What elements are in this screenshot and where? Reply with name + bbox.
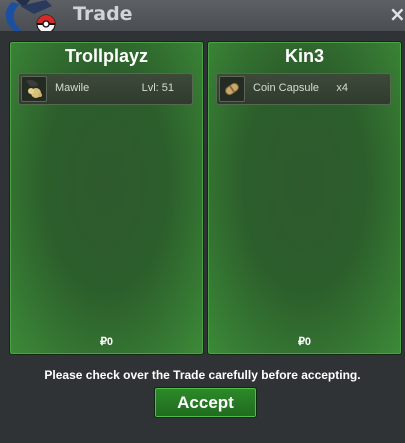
close-icon[interactable]: × xyxy=(389,4,405,24)
item-name-left: Mawile xyxy=(55,82,90,94)
trade-panel-left: Trollplayz Mawile Lvl: 51 ₽0 xyxy=(9,41,204,355)
item-level-left: Lvl: 51 xyxy=(141,82,174,94)
player-name-right: Kin3 xyxy=(284,46,324,66)
money-right: ₽0 xyxy=(297,336,312,348)
mawile-icon xyxy=(21,76,47,102)
trade-item-right[interactable]: Coin Capsule x4 xyxy=(216,73,391,105)
player-name-left: Trollplayz xyxy=(64,46,149,66)
item-name-right: Coin Capsule xyxy=(253,82,320,94)
trade-item-left[interactable]: Mawile Lvl: 51 xyxy=(18,73,193,105)
title-bar: Trade × xyxy=(0,0,405,34)
coin-capsule-icon xyxy=(219,76,245,102)
trade-window: Trollplayz Mawile Lvl: 51 ₽0 Kin3 Coin C… xyxy=(0,31,405,443)
trade-notice-text: Please check over the Trade carefully be… xyxy=(44,368,361,382)
window-title: Trade xyxy=(73,3,133,25)
item-qty-right: x4 xyxy=(336,82,348,94)
trade-panel-right: Kin3 Coin Capsule x4 ₽0 xyxy=(207,41,402,355)
accept-button[interactable]: Accept xyxy=(154,387,257,418)
money-left: ₽0 xyxy=(99,336,114,348)
